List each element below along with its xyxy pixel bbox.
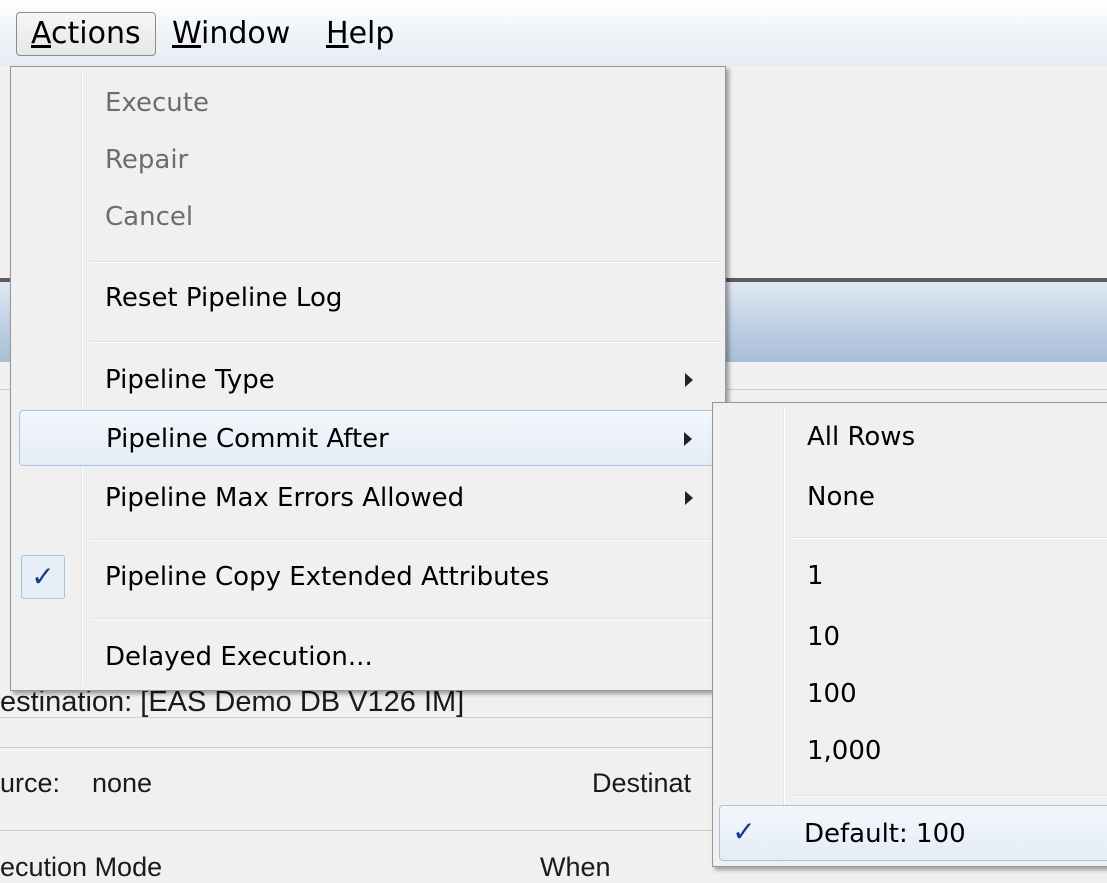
menu-separator	[91, 341, 719, 343]
menu-help-rest: elp	[348, 16, 395, 51]
menu-separator	[793, 795, 1107, 797]
commit-after-submenu: All Rows None 1 10 100 1,000 ✓ Default: …	[712, 402, 1107, 867]
menu-separator	[91, 618, 719, 620]
menu-item-label: Execute	[105, 88, 209, 118]
menu-item-label: 10	[807, 622, 841, 652]
submenu-arrow-icon	[685, 373, 693, 387]
divider	[0, 830, 720, 831]
submenu-item-all-rows[interactable]: All Rows	[715, 409, 1107, 465]
menu-item-pipeline-commit-after[interactable]: Pipeline Commit After	[19, 410, 717, 466]
check-icon: ✓	[732, 815, 756, 848]
menu-window-rest: indow	[201, 16, 291, 51]
source-label: urce:	[0, 768, 61, 798]
menu-actions-rest: ctions	[51, 16, 141, 51]
menu-item-label: Cancel	[105, 202, 194, 232]
menu-item-reset-pipeline-log[interactable]: Reset Pipeline Log	[13, 270, 723, 326]
submenu-item-1[interactable]: 1	[715, 548, 1107, 604]
menu-item-label: Pipeline Max Errors Allowed	[105, 483, 465, 513]
menu-item-label: Default: 100	[804, 819, 966, 849]
menu-actions-mnemonic: A	[31, 16, 51, 51]
menu-item-label: Repair	[105, 145, 189, 175]
submenu-item-100[interactable]: 100	[715, 666, 1107, 722]
menu-help-mnemonic: H	[326, 16, 349, 51]
menu-item-label: Pipeline Type	[105, 365, 275, 395]
menu-item-label: 1	[807, 561, 824, 591]
menu-separator	[793, 537, 1107, 539]
menu-item-repair[interactable]: Repair	[13, 132, 723, 188]
submenu-item-10[interactable]: 10	[715, 609, 1107, 665]
menu-separator	[91, 261, 719, 263]
execution-mode-label: ecution Mode	[0, 852, 163, 882]
menu-item-pipeline-copy-extended-attributes[interactable]: ✓ Pipeline Copy Extended Attributes	[13, 549, 723, 605]
submenu-arrow-icon	[684, 432, 692, 446]
menu-item-label: Delayed Execution...	[105, 642, 373, 672]
menu-item-execute[interactable]: Execute	[13, 75, 723, 131]
menu-help[interactable]: Help	[312, 12, 408, 56]
submenu-item-none[interactable]: None	[715, 469, 1107, 525]
menu-item-label: 1,000	[807, 736, 882, 766]
menu-item-label: Reset Pipeline Log	[105, 283, 343, 313]
destination-label: Destinat	[592, 768, 692, 798]
menu-item-label: Pipeline Copy Extended Attributes	[105, 562, 550, 592]
menu-item-cancel[interactable]: Cancel	[13, 189, 723, 245]
menu-item-label: 100	[807, 679, 857, 709]
menu-window[interactable]: Window	[158, 12, 304, 56]
menu-item-label: Pipeline Commit After	[106, 424, 389, 454]
menu-actions[interactable]: Actions	[16, 12, 156, 56]
submenu-arrow-icon	[685, 491, 693, 505]
menu-window-mnemonic: W	[172, 16, 202, 51]
menu-item-delayed-execution[interactable]: Delayed Execution...	[13, 629, 723, 685]
menu-separator	[91, 539, 719, 541]
menu-item-label: None	[807, 482, 875, 512]
check-icon: ✓	[21, 555, 65, 599]
menu-bar: Actions Window Help	[0, 0, 1107, 67]
submenu-item-default-100[interactable]: ✓ Default: 100	[719, 805, 1107, 861]
menu-item-pipeline-type[interactable]: Pipeline Type	[13, 352, 723, 408]
actions-menu: Execute Repair Cancel Reset Pipeline Log…	[10, 66, 726, 691]
when-label: When	[540, 852, 611, 882]
divider	[0, 747, 720, 748]
menu-item-pipeline-max-errors[interactable]: Pipeline Max Errors Allowed	[13, 470, 723, 526]
menu-item-label: All Rows	[807, 422, 916, 452]
submenu-item-1000[interactable]: 1,000	[715, 723, 1107, 779]
source-value: none	[92, 768, 153, 798]
